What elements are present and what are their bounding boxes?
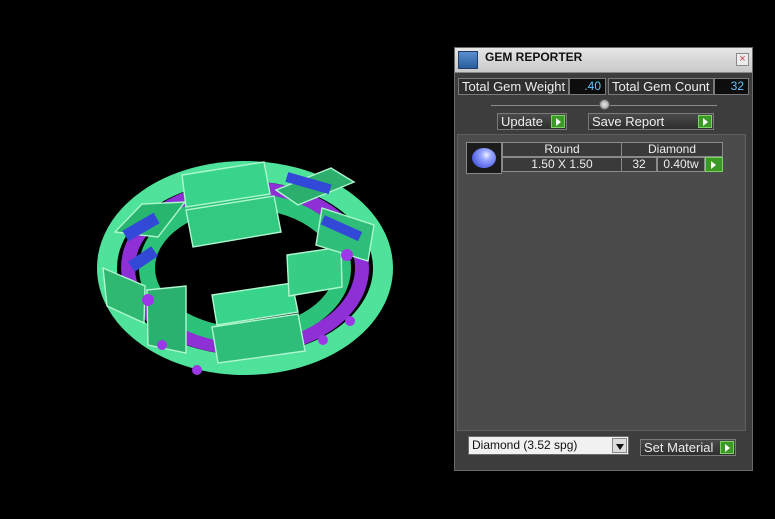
chevron-down-icon (612, 438, 627, 453)
gem-list-area[interactable]: Round Diamond 1.50 X 1.50 32 0.40tw (457, 134, 746, 431)
update-button-label: Update (501, 114, 543, 129)
set-material-button-label: Set Material (644, 440, 714, 455)
gem-reporter-panel: GEM REPORTER × Total Gem Weight .40 Tota… (454, 47, 753, 471)
save-report-play-icon (698, 115, 712, 128)
panel-slider-thumb[interactable] (599, 99, 610, 110)
close-button[interactable]: × (736, 53, 749, 66)
panel-titlebar[interactable]: GEM REPORTER × (455, 48, 752, 73)
total-gem-weight-label: Total Gem Weight (458, 78, 569, 95)
save-report-button[interactable]: Save Report (588, 113, 714, 130)
update-button[interactable]: Update (497, 113, 567, 130)
panel-title: GEM REPORTER (485, 50, 583, 64)
set-material-play-icon (720, 441, 734, 454)
set-material-button[interactable]: Set Material (640, 439, 736, 456)
round-diamond-icon (466, 142, 502, 174)
count-cell: 32 (621, 157, 657, 172)
row-detail-button[interactable] (705, 157, 723, 172)
size-cell: 1.50 X 1.50 (502, 157, 622, 172)
material-select[interactable]: Diamond (3.52 spg) (468, 436, 629, 455)
total-gem-weight-value: .40 (569, 78, 606, 95)
update-play-icon (551, 115, 565, 128)
weight-cell: 0.40tw (657, 157, 705, 172)
gem-reporter-icon (458, 51, 478, 69)
total-gem-count-label: Total Gem Count (608, 78, 714, 95)
save-report-button-label: Save Report (592, 114, 665, 129)
ring-model (97, 161, 393, 375)
shape-header: Round (502, 142, 622, 157)
total-gem-count-value: 32 (714, 78, 749, 95)
material-header: Diamond (621, 142, 723, 157)
ring-3d-viewport[interactable] (0, 0, 450, 514)
material-select-value: Diamond (3.52 spg) (472, 438, 578, 452)
row-play-icon (707, 159, 721, 170)
